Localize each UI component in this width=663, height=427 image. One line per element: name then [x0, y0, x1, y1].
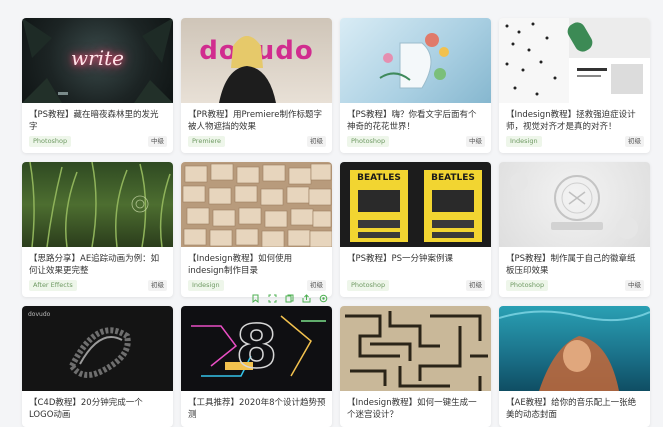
- software-tag[interactable]: Indesign: [188, 280, 224, 291]
- neon-write-text: write: [71, 46, 124, 70]
- course-title[interactable]: 【PR教程】用Premiere制作标题字被人物遮挡的效果: [188, 109, 326, 133]
- software-tag[interactable]: Photoshop: [347, 136, 390, 147]
- course-card[interactable]: 【PS教程】制作属于自己的徽章纸板压印效果 Photoshop 中级: [499, 162, 650, 297]
- embossed-badge-graphic: [510, 173, 638, 239]
- course-thumbnail[interactable]: [499, 162, 650, 247]
- underwater-person-graphic: [499, 310, 650, 391]
- course-title[interactable]: 【PS教程】制作属于自己的徽章纸板压印效果: [506, 253, 644, 277]
- course-title[interactable]: 【Indesign教程】如何使用indesign制作目录: [188, 253, 326, 277]
- course-card[interactable]: dovudo 【PR教程】用Premiere制作标题字被人物遮挡的效果 Prem…: [181, 18, 332, 153]
- course-title[interactable]: 【工具推荐】2020年8个设计趋势预测: [188, 397, 326, 421]
- course-card[interactable]: 8 【工具推荐】2020年8个设计趋势预测: [181, 306, 332, 427]
- course-card[interactable]: 【Indesign教程】如何一键生成一个迷宫设计？: [340, 306, 491, 427]
- floral-letter-graphic: [379, 33, 449, 89]
- level-badge: 中级: [466, 136, 485, 147]
- big-eight-text: 8: [235, 311, 278, 383]
- course-card[interactable]: 【AE教程】给你的音乐配上一张绝美的动态封面: [499, 306, 650, 427]
- poster-title-text: BEATLES: [357, 173, 401, 183]
- course-card[interactable]: BEATLES BEATLES 【PS教程】PS一分钟案例课 Photoshop…: [340, 162, 491, 297]
- software-tag[interactable]: Premiere: [188, 136, 225, 147]
- course-title[interactable]: 【PS教程】藏在暗夜森林里的发光字: [29, 109, 167, 133]
- course-card[interactable]: write 【PS教程】藏在暗夜森林里的发光字 Photoshop 中级: [22, 18, 173, 153]
- course-thumbnail[interactable]: dovudo: [22, 306, 173, 391]
- maze-graphic: [345, 311, 488, 391]
- course-card[interactable]: 【Indesign教程】拯救强迫症设计师，视觉对齐才是真的对齐！ Indesig…: [499, 18, 650, 153]
- software-tag[interactable]: Photoshop: [29, 136, 72, 147]
- course-card[interactable]: 【Indesign教程】如何使用indesign制作目录 Indesign 初级: [181, 162, 332, 297]
- level-badge: 中级: [625, 280, 644, 291]
- course-thumbnail[interactable]: write: [22, 18, 173, 103]
- bookmark-icon[interactable]: [251, 293, 261, 303]
- course-thumbnail[interactable]: [499, 18, 650, 103]
- person-silhouette: [219, 36, 276, 103]
- course-title[interactable]: 【PS教程】PS一分钟案例课: [347, 253, 485, 277]
- expand-icon[interactable]: [268, 293, 278, 303]
- course-thumbnail[interactable]: [22, 162, 173, 247]
- course-title[interactable]: 【Indesign教程】如何一键生成一个迷宫设计？: [347, 397, 485, 421]
- software-tag[interactable]: Photoshop: [506, 280, 549, 291]
- course-thumbnail[interactable]: [499, 306, 650, 391]
- course-thumbnail[interactable]: [340, 18, 491, 103]
- software-tag[interactable]: Photoshop: [347, 280, 390, 291]
- level-badge: 初级: [148, 280, 167, 291]
- level-badge: 初级: [307, 136, 326, 147]
- settings-icon[interactable]: [319, 293, 329, 303]
- course-title[interactable]: 【AE教程】给你的音乐配上一张绝美的动态封面: [506, 397, 644, 421]
- logo-animation-graphic: [68, 327, 131, 378]
- brand-corner-text: dovudo: [28, 311, 51, 318]
- course-card[interactable]: 【PS教程】嗨？你看文字后面有个神奇的花花世界！ Photoshop 中级: [340, 18, 491, 153]
- course-title[interactable]: 【C4D教程】20分钟完成一个LOGO动画: [29, 397, 167, 421]
- course-card[interactable]: dovudo 【C4D教程】20分钟完成一个LOGO动画: [22, 306, 173, 427]
- course-card[interactable]: 【思路分享】AE追踪动画为例：如何让效果更完整 After Effects 初级: [22, 162, 173, 297]
- level-badge: 初级: [466, 280, 485, 291]
- poster-title-text: BEATLES: [431, 173, 475, 183]
- course-title[interactable]: 【思路分享】AE追踪动画为例：如何让效果更完整: [29, 253, 167, 277]
- level-badge: 中级: [148, 136, 167, 147]
- course-title[interactable]: 【Indesign教程】拯救强迫症设计师，视觉对齐才是真的对齐！: [506, 109, 644, 133]
- grass-graphic: [29, 162, 171, 247]
- course-thumbnail[interactable]: BEATLES BEATLES: [340, 162, 491, 247]
- course-thumbnail[interactable]: dovudo: [181, 18, 332, 103]
- course-thumbnail[interactable]: 8: [181, 306, 332, 391]
- software-tag[interactable]: After Effects: [29, 280, 77, 291]
- card-hover-toolbar: [247, 290, 332, 306]
- level-badge: 初级: [625, 136, 644, 147]
- book-pages-graphic: [182, 163, 332, 247]
- share-icon[interactable]: [302, 293, 312, 303]
- copy-icon[interactable]: [285, 293, 295, 303]
- course-title[interactable]: 【PS教程】嗨？你看文字后面有个神奇的花花世界！: [347, 109, 485, 133]
- course-thumbnail[interactable]: [181, 162, 332, 247]
- software-tag[interactable]: Indesign: [506, 136, 542, 147]
- magazine-layout-graphic: [499, 18, 650, 103]
- course-thumbnail[interactable]: [340, 306, 491, 391]
